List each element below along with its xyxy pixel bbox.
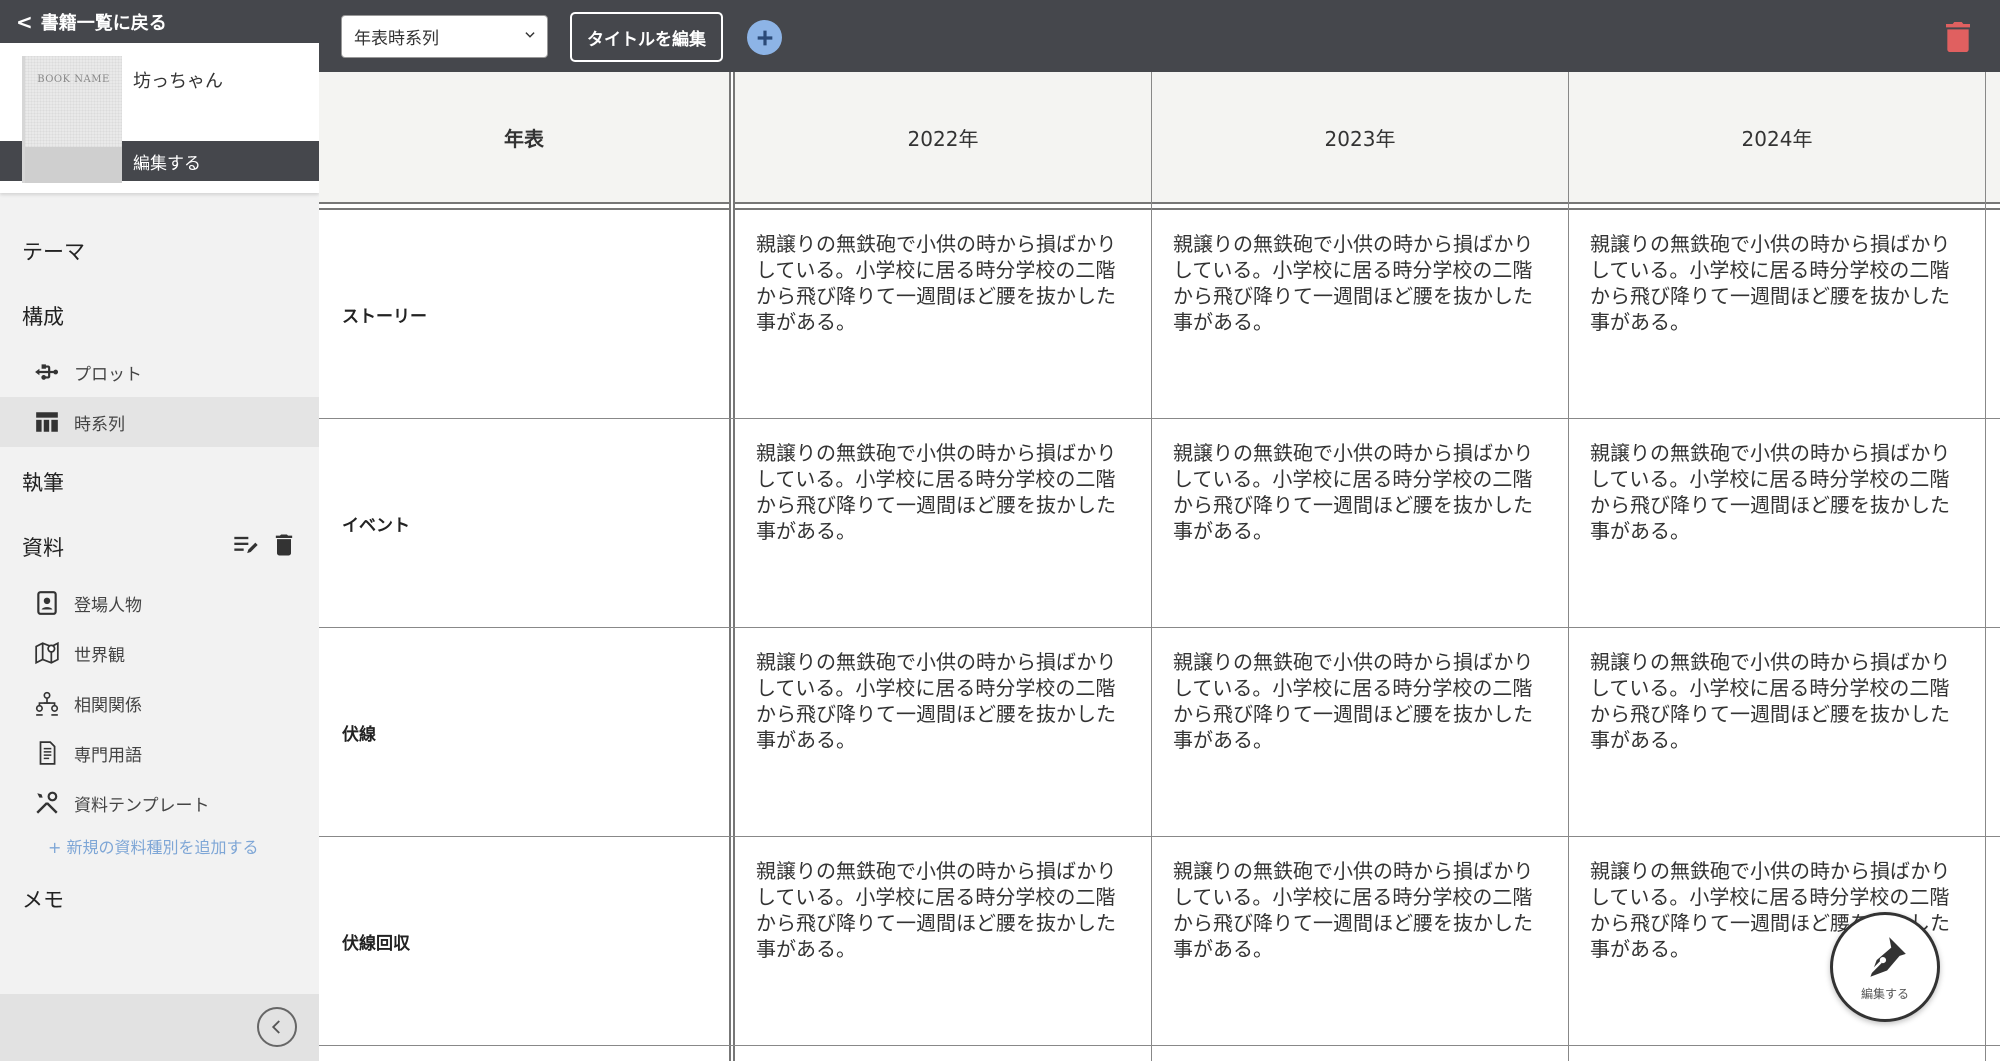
delete-timeline-button[interactable]	[1942, 18, 1974, 54]
nav-section-writing[interactable]: 執筆	[22, 467, 64, 497]
tools-icon	[34, 790, 60, 816]
timeline-cell[interactable]: 親譲りの無鉄砲で小供の時から損ばかりしている。小学校に居る時分学校の二階から飛び…	[756, 649, 1126, 753]
timeline-cell[interactable]: 親譲りの無鉄砲で小供の時から損ばかりしている。小学校に居る時分学校の二階から飛び…	[1590, 231, 1960, 335]
timeline-row-label[interactable]: 伏線	[342, 720, 376, 745]
sidebar-item-relationships[interactable]: 相関関係	[0, 678, 319, 728]
timeline-cell[interactable]: 親譲りの無鉄砲で小供の時から損ばかりしている。小学校に居る時分学校の二階から飛び…	[1590, 649, 1960, 753]
timeline-row-label[interactable]: ストーリー	[342, 302, 427, 327]
sidebar-item-terms[interactable]: 専門用語	[0, 728, 319, 778]
document-icon	[34, 740, 60, 766]
edit-title-button[interactable]: タイトルを編集	[570, 12, 723, 62]
nav-section-materials[interactable]: 資料	[22, 532, 64, 562]
book-cover-label: BOOK NAME	[37, 74, 110, 85]
usb-icon	[34, 359, 60, 385]
timeline-mode-value: 年表時系列	[354, 29, 439, 49]
timeline-row-label[interactable]: 伏線回収	[342, 929, 410, 954]
nav-section-structure[interactable]: 構成	[22, 301, 64, 331]
timeline-cell[interactable]: 親譲りの無鉄砲で小供の時から損ばかりしている。小学校に居る時分学校の二階から飛び…	[756, 440, 1126, 544]
sidebar-item-timeline[interactable]: 時系列	[0, 397, 319, 447]
sidebar-item-world[interactable]: 世界観	[0, 628, 319, 678]
floating-edit-button[interactable]: 編集する	[1830, 912, 1940, 1022]
nav-section-memo[interactable]: メモ	[22, 884, 64, 914]
map-icon	[34, 640, 60, 666]
nav-section-theme[interactable]: テーマ	[22, 236, 85, 266]
chevron-down-icon	[525, 32, 535, 38]
plus-icon	[757, 30, 772, 45]
timeline-cell[interactable]: 親譲りの無鉄砲で小供の時から損ばかりしている。小学校に居る時分学校の二階から飛び…	[1173, 231, 1543, 335]
timeline-cell[interactable]: 親譲りの無鉄砲で小供の時から損ばかりしている。小学校に居る時分学校の二階から飛び…	[1590, 440, 1960, 544]
table-icon	[34, 409, 60, 435]
book-card: BOOK NAME 坊っちゃん 編集する	[0, 43, 319, 193]
sidebar-item-label: プロット	[74, 364, 142, 385]
sidebar-item-label: 世界観	[74, 645, 125, 666]
pen-nib-icon	[1869, 936, 1906, 977]
fab-label: 編集する	[1860, 986, 1909, 1001]
timeline-column-header[interactable]: 2022年	[735, 72, 1151, 202]
add-material-type-link[interactable]: + 新規の資料種別を追加する	[48, 834, 259, 858]
timeline-cell[interactable]: 親譲りの無鉄砲で小供の時から損ばかりしている。小学校に居る時分学校の二階から飛び…	[756, 231, 1126, 335]
timeline-mode-select[interactable]: 年表時系列	[341, 15, 548, 58]
timeline-cell[interactable]: 親譲りの無鉄砲で小供の時から損ばかりしている。小学校に居る時分学校の二階から飛び…	[1173, 440, 1543, 544]
back-label: 書籍一覧に戻る	[40, 12, 167, 34]
sidebar-footer	[0, 994, 319, 1061]
timeline-cell[interactable]: 親譲りの無鉄砲で小供の時から損ばかりしている。小学校に居る時分学校の二階から飛び…	[1173, 858, 1543, 962]
sidebar-item-plot[interactable]: プロット	[0, 347, 319, 397]
toolbar: 年表時系列 タイトルを編集	[319, 0, 2000, 72]
sidebar-item-label: 時系列	[74, 414, 125, 435]
timeline-cell[interactable]: 親譲りの無鉄砲で小供の時から損ばかりしている。小学校に居る時分学校の二階から飛び…	[756, 858, 1126, 962]
timeline-cell[interactable]: 親譲りの無鉄砲で小供の時から損ばかりしている。小学校に居る時分学校の二階から飛び…	[1173, 649, 1543, 753]
collapse-sidebar-button[interactable]	[257, 1007, 297, 1047]
book-cover: BOOK NAME	[22, 56, 122, 183]
add-button[interactable]	[747, 20, 782, 55]
back-to-books-link[interactable]: < 書籍一覧に戻る	[0, 0, 319, 43]
book-edit-button[interactable]: 編集する	[122, 141, 319, 181]
timeline-row-label[interactable]: イベント	[342, 511, 410, 536]
sidebar-item-characters[interactable]: 登場人物	[0, 578, 319, 628]
relationship-icon	[34, 690, 60, 716]
timeline-corner-label: 年表	[504, 126, 544, 151]
book-title: 坊っちゃん	[133, 71, 223, 92]
sidebar-item-templates[interactable]: 資料テンプレート	[0, 778, 319, 828]
chevron-left-icon	[271, 1020, 280, 1034]
sidebar-item-label: 登場人物	[74, 595, 142, 616]
timeline-column-header[interactable]: 2024年	[1569, 72, 1985, 202]
sidebar: < 書籍一覧に戻る BOOK NAME 坊っちゃん 編集する テーマ 構成 プロ…	[0, 0, 319, 1061]
trash-icon[interactable]	[270, 531, 298, 559]
material-tools	[232, 531, 298, 559]
chevron-left-icon: <	[16, 9, 33, 34]
timeline-column-header[interactable]: 2023年	[1152, 72, 1568, 202]
sidebar-item-label: 資料テンプレート	[74, 795, 210, 816]
edit-list-icon[interactable]	[232, 531, 260, 559]
sidebar-item-label: 相関関係	[74, 695, 142, 716]
person-card-icon	[34, 590, 60, 616]
sidebar-item-label: 専門用語	[74, 745, 142, 766]
timeline-table: 年表 2022年 2023年 2024年 ストーリー 親譲りの無鉄砲で小供の時か…	[319, 72, 2000, 1061]
